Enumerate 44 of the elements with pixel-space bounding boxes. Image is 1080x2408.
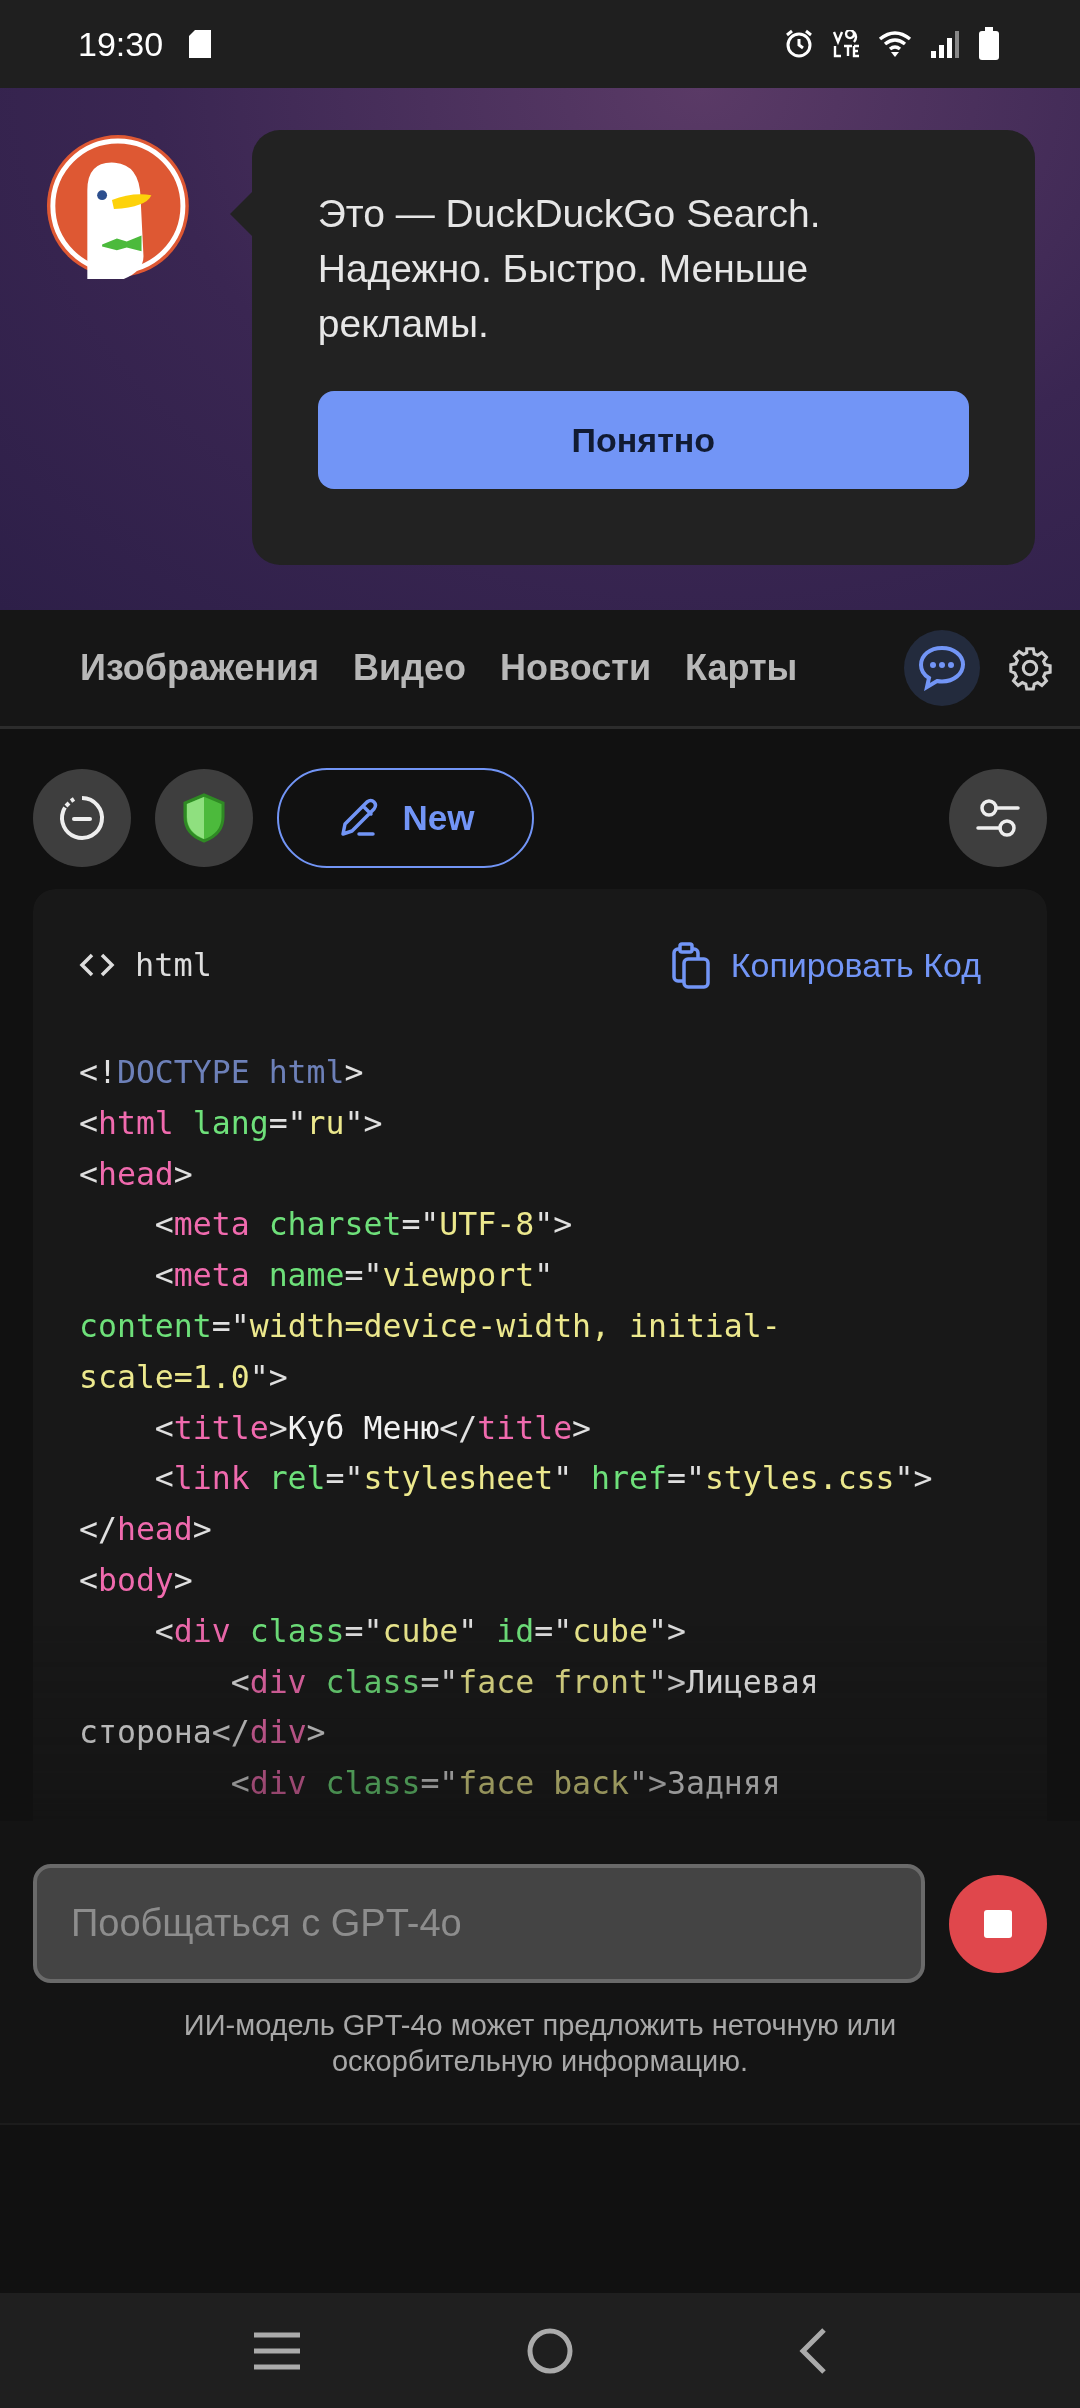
new-chat-button[interactable]: New — [277, 768, 534, 868]
got-it-button[interactable]: Понятно — [317, 391, 969, 489]
code-line: content="width=device-width, initial- — [79, 1307, 781, 1346]
search-tab[interactable]: Видео — [353, 637, 467, 699]
chat-bubble-icon — [918, 645, 966, 691]
search-tab[interactable]: Изображения — [80, 637, 320, 699]
code-line: <meta name="viewport" — [153, 1256, 554, 1296]
status-time: 19:30 — [78, 24, 164, 64]
timer-icon — [57, 793, 107, 843]
signal-icon — [930, 29, 960, 59]
code-brackets-icon — [79, 952, 115, 978]
volte-icon — [832, 30, 860, 58]
code-line: <div class="face back">Задняя — [229, 1764, 781, 1804]
copy-code-button[interactable]: Копировать Код — [670, 941, 981, 989]
home-circle-icon[interactable] — [526, 2326, 574, 2375]
back-chevron-icon[interactable] — [798, 2326, 828, 2375]
ai-disclaimer: ИИ-модель GPT-4o может предложить неточную или оскорбительную информацию. — [182, 2008, 898, 2079]
code-line: сторона</div> — [79, 1713, 326, 1753]
code-line: <head> — [79, 1154, 193, 1194]
chat-input-field[interactable]: Пообщаться с GPT-4o — [33, 1864, 925, 1983]
stop-icon — [984, 1909, 1012, 1938]
search-tab[interactable]: Новости — [500, 637, 651, 699]
code-line: <html lang="ru"> — [79, 1103, 383, 1143]
code-line: <title>Куб Меню</title> — [153, 1408, 592, 1448]
code-line: <body> — [79, 1560, 193, 1600]
code-line: <link rel="stylesheet" href="styles.css"> — [153, 1459, 933, 1499]
search-tab[interactable]: Карты — [685, 637, 798, 699]
alarm-icon — [784, 29, 814, 59]
code-line: <meta charset="UTF-8"> — [153, 1205, 573, 1245]
wifi-icon — [878, 30, 912, 58]
gear-icon — [1007, 645, 1053, 691]
clipboard-icon — [670, 941, 711, 989]
onboarding-message: Это — DuckDuckGo Search. Надежно. Быстро. Меньше рекламы. — [317, 191, 822, 347]
code-line: </head> — [79, 1510, 212, 1550]
code-line: <!DOCTYPE html> — [79, 1053, 364, 1092]
battery-icon — [978, 27, 1000, 61]
code-line: <div class="face front">Лицевая — [229, 1662, 819, 1702]
code-line: <div class="cube" id="cube"> — [153, 1611, 686, 1651]
shield-icon — [182, 793, 226, 843]
menu-icon[interactable] — [252, 2330, 302, 2371]
code-language: html — [135, 946, 213, 984]
sd-card-icon — [189, 30, 212, 58]
sliders-icon — [975, 796, 1021, 840]
code-line: scale=1.0"> — [79, 1357, 288, 1397]
